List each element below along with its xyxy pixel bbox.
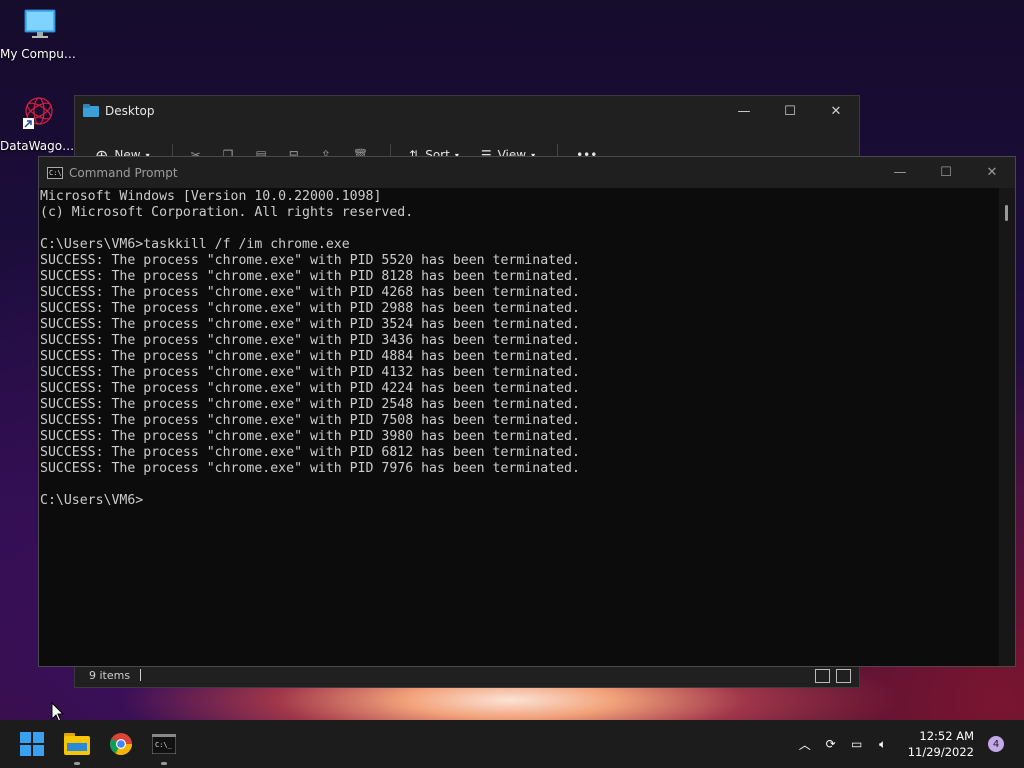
taskbar-file-explorer[interactable] <box>61 728 93 765</box>
taskbar-command-prompt[interactable]: C:\_ <box>148 728 180 765</box>
desktop-icon-datawagon[interactable]: DataWagon... <box>0 94 78 153</box>
console-line: SUCCESS: The process "chrome.exe" with P… <box>40 269 580 284</box>
folder-icon <box>83 104 99 117</box>
item-count: 9 items <box>89 668 131 682</box>
desktop-icon-label: DataWagon... <box>0 139 78 153</box>
console-line: (c) Microsoft Corporation. All rights re… <box>40 205 414 220</box>
file-explorer-icon <box>64 733 90 755</box>
cmd-title: Command Prompt <box>69 165 178 180</box>
maximize-button[interactable]: ☐ <box>923 157 969 188</box>
taskbar-chrome[interactable] <box>105 728 137 760</box>
system-tray: ︿ ⟳ ▭ 🔈︎ 12:52 AM 11/29/2022 4 <box>792 720 1024 768</box>
console-line: SUCCESS: The process "chrome.exe" with P… <box>40 461 580 476</box>
console-line: SUCCESS: The process "chrome.exe" with P… <box>40 429 580 444</box>
console-line: SUCCESS: The process "chrome.exe" with P… <box>40 397 580 412</box>
taskbar: C:\_ ︿ ⟳ ▭ 🔈︎ 12:52 AM 11/29/2022 4 <box>0 720 1024 768</box>
minimize-button[interactable]: — <box>877 157 923 188</box>
console-output[interactable]: Microsoft Windows [Version 10.0.22000.10… <box>39 188 999 666</box>
update-icon[interactable]: ⟳ <box>818 737 844 751</box>
console-line: C:\Users\VM6> <box>40 493 144 508</box>
minimize-button[interactable]: — <box>721 96 767 126</box>
console-line: SUCCESS: The process "chrome.exe" with P… <box>40 301 580 316</box>
status-divider <box>140 669 142 681</box>
datawagon-shortcut-icon <box>23 97 53 129</box>
console-line: SUCCESS: The process "chrome.exe" with P… <box>40 317 580 332</box>
network-icon[interactable]: ▭ <box>844 737 870 751</box>
console-line: Microsoft Windows [Version 10.0.22000.10… <box>40 189 382 204</box>
desktop-icon-my-computer[interactable]: My Computer <box>0 8 78 61</box>
console-line: SUCCESS: The process "chrome.exe" with P… <box>40 349 580 364</box>
clock-time: 12:52 AM <box>919 729 974 743</box>
terminal-icon: C:\_ <box>152 734 176 754</box>
console-line: SUCCESS: The process "chrome.exe" with P… <box>40 381 580 396</box>
details-view-icon[interactable] <box>815 669 830 683</box>
scrollbar-thumb[interactable] <box>1005 205 1008 221</box>
close-button[interactable]: ✕ <box>969 157 1015 188</box>
notification-badge[interactable]: 4 <box>988 736 1004 752</box>
chrome-icon <box>110 733 132 755</box>
vertical-scrollbar[interactable] <box>999 188 1015 666</box>
cmd-app-icon: C:\ <box>47 166 63 179</box>
clock[interactable]: 12:52 AM 11/29/2022 <box>908 728 974 760</box>
clock-date: 11/29/2022 <box>907 745 974 759</box>
console-line: SUCCESS: The process "chrome.exe" with P… <box>40 285 580 300</box>
console-line: SUCCESS: The process "chrome.exe" with P… <box>40 333 580 348</box>
running-indicator <box>161 762 167 765</box>
cmd-titlebar[interactable]: C:\ Command Prompt <box>39 157 1015 188</box>
explorer-title: Desktop <box>105 104 155 118</box>
maximize-button[interactable]: ☐ <box>767 96 813 126</box>
desktop-icon-label: My Computer <box>0 47 78 61</box>
chevron-up-icon[interactable]: ︿ <box>792 736 818 753</box>
command-prompt-window[interactable]: C:\ Command Prompt — ☐ ✕ Microsoft Windo… <box>38 156 1016 667</box>
close-button[interactable]: ✕ <box>813 96 859 126</box>
console-line: SUCCESS: The process "chrome.exe" with P… <box>40 365 580 380</box>
running-indicator <box>74 762 80 765</box>
start-icon <box>20 732 44 756</box>
monitor-icon <box>24 9 56 38</box>
console-line: C:\Users\VM6>taskkill /f /im chrome.exe <box>40 237 350 252</box>
start-button[interactable] <box>16 728 48 760</box>
console-line: SUCCESS: The process "chrome.exe" with P… <box>40 413 580 428</box>
volume-icon[interactable]: 🔈︎ <box>870 737 896 752</box>
large-icons-view-icon[interactable] <box>836 669 851 683</box>
console-line: SUCCESS: The process "chrome.exe" with P… <box>40 253 580 268</box>
svg-text:C:\_: C:\_ <box>155 741 173 749</box>
console-line: SUCCESS: The process "chrome.exe" with P… <box>40 445 580 460</box>
